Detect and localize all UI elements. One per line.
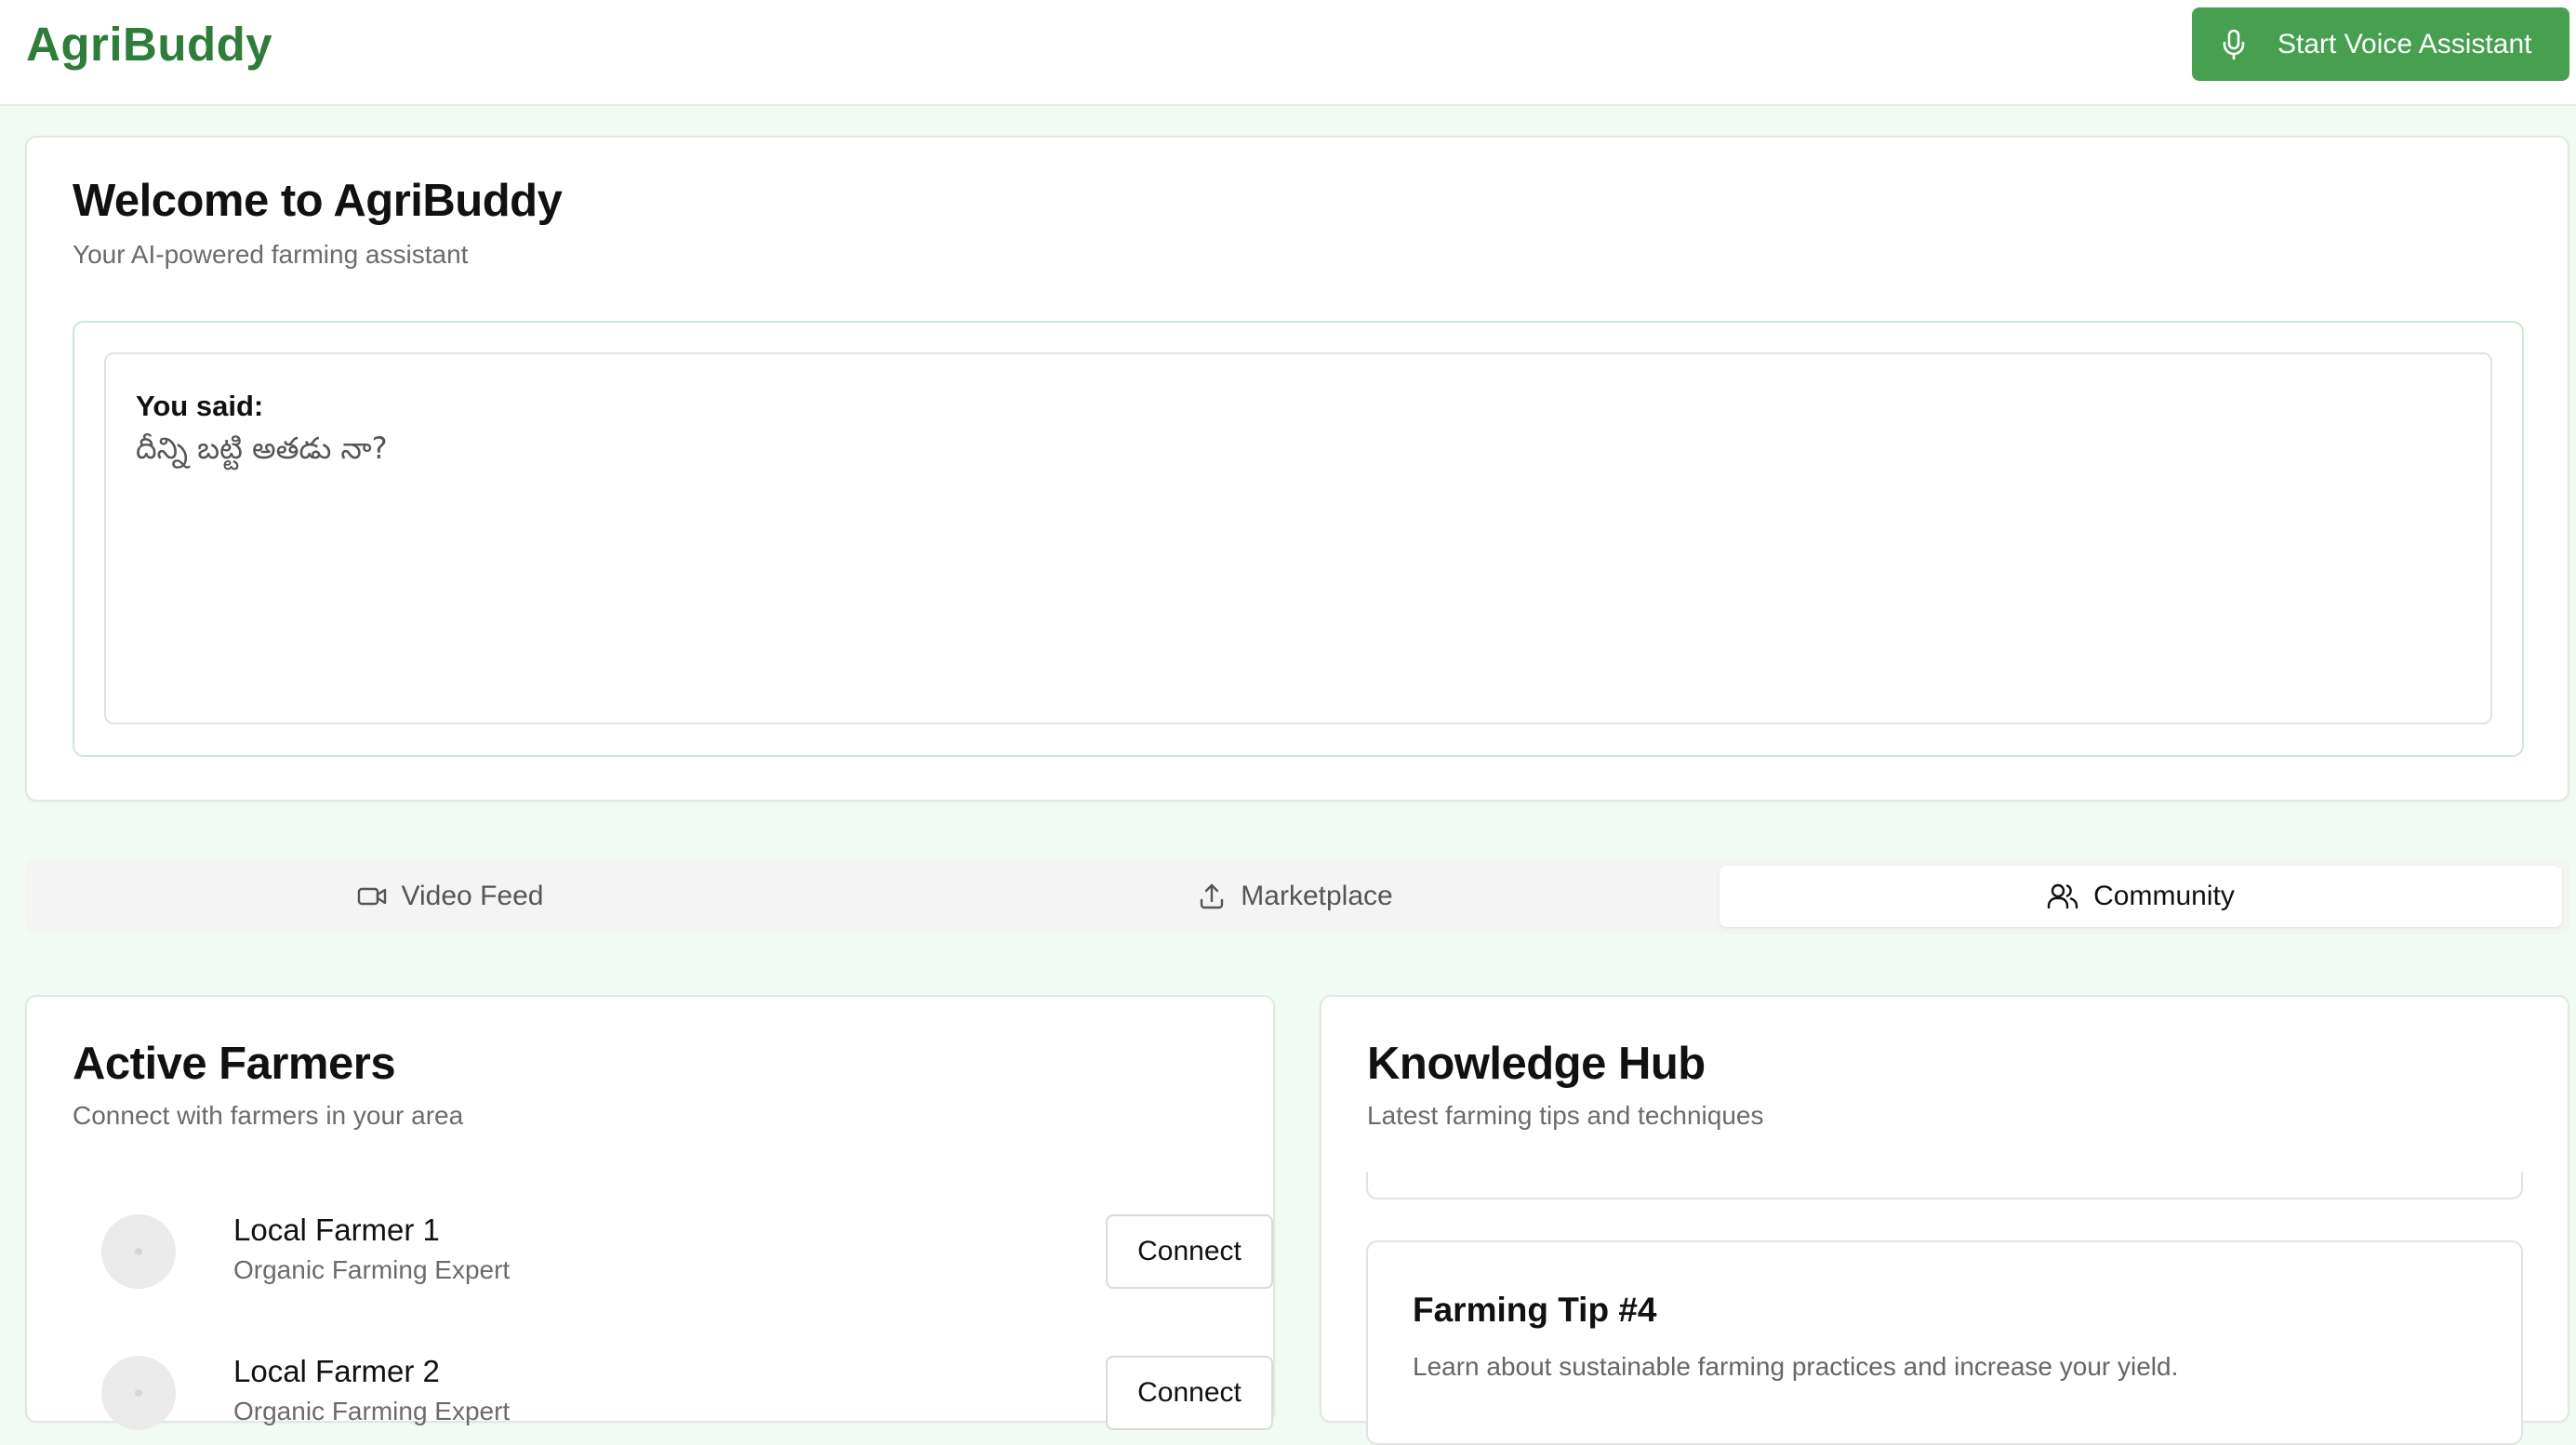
farmer-role: Organic Farming Expert xyxy=(233,1397,511,1425)
knowledge-hub-subtitle: Latest farming tips and techniques xyxy=(1367,1101,1764,1130)
tip-title: Farming Tip #4 xyxy=(1413,1291,1657,1329)
active-farmers-title: Active Farmers xyxy=(73,1039,396,1089)
tip-card[interactable]: Farming Tip #4 Learn about sustainable f… xyxy=(1366,1240,2523,1445)
active-farmers-card: Active Farmers Connect with farmers in y… xyxy=(25,995,1275,1430)
you-said-label: You said: xyxy=(136,390,264,422)
connect-button[interactable]: Connect xyxy=(1106,1214,1273,1289)
you-said-text: దీన్ని బట్టి అతడు నా? xyxy=(136,431,388,466)
transcript-panel: You said: దీన్ని బట్టి అతడు నా? xyxy=(73,321,2524,757)
farmer-name: Local Farmer 2 xyxy=(233,1354,440,1388)
tab-community[interactable]: Community xyxy=(1720,866,2562,927)
knowledge-hub-title: Knowledge Hub xyxy=(1367,1039,1706,1089)
upload-icon xyxy=(1201,883,1224,909)
microphone-icon xyxy=(2223,29,2245,60)
tab-video-feed[interactable]: Video Feed xyxy=(32,866,869,927)
farmer-name: Local Farmer 1 xyxy=(233,1213,440,1247)
avatar xyxy=(101,1214,176,1289)
voice-button-label: Start Voice Assistant xyxy=(2277,28,2532,60)
avatar xyxy=(101,1356,176,1430)
previous-tip-card xyxy=(1366,1172,2523,1200)
start-voice-assistant-button[interactable]: Start Voice Assistant xyxy=(2192,7,2569,81)
tab-label: Community xyxy=(2093,881,2235,911)
active-farmers-subtitle: Connect with farmers in your area xyxy=(73,1101,464,1130)
welcome-card: Welcome to AgriBuddy Your AI-powered far… xyxy=(25,136,2569,802)
welcome-title: Welcome to AgriBuddy xyxy=(73,176,563,226)
avatar-placeholder-icon xyxy=(135,1389,142,1397)
tip-text: Learn about sustainable farming practice… xyxy=(1413,1352,2179,1381)
section-tabs: Video Feed Marketplace Community xyxy=(25,859,2569,934)
connect-button[interactable]: Connect xyxy=(1106,1356,1273,1430)
tab-label: Video Feed xyxy=(401,881,544,911)
avatar-placeholder-icon xyxy=(135,1248,142,1255)
farmer-role: Organic Farming Expert xyxy=(233,1255,511,1284)
knowledge-hub-card: Knowledge Hub Latest farming tips and te… xyxy=(1320,995,2569,1445)
farmer-list-item: Local Farmer 1 Organic Farming Expert Co… xyxy=(101,1213,1273,1289)
app-logo[interactable]: AgriBuddy xyxy=(26,17,272,72)
app-header: AgriBuddy Start Voice Assistant xyxy=(0,0,2576,106)
video-icon xyxy=(357,887,386,906)
transcript-box: You said: దీన్ని బట్టి అతడు నా? xyxy=(104,352,2492,724)
tab-marketplace[interactable]: Marketplace xyxy=(877,866,1714,927)
welcome-subtitle: Your AI-powered farming assistant xyxy=(73,240,469,269)
farmer-list-item: Local Farmer 2 Organic Farming Expert Co… xyxy=(101,1354,1273,1430)
users-icon xyxy=(2047,883,2078,909)
tab-label: Marketplace xyxy=(1241,881,1393,911)
